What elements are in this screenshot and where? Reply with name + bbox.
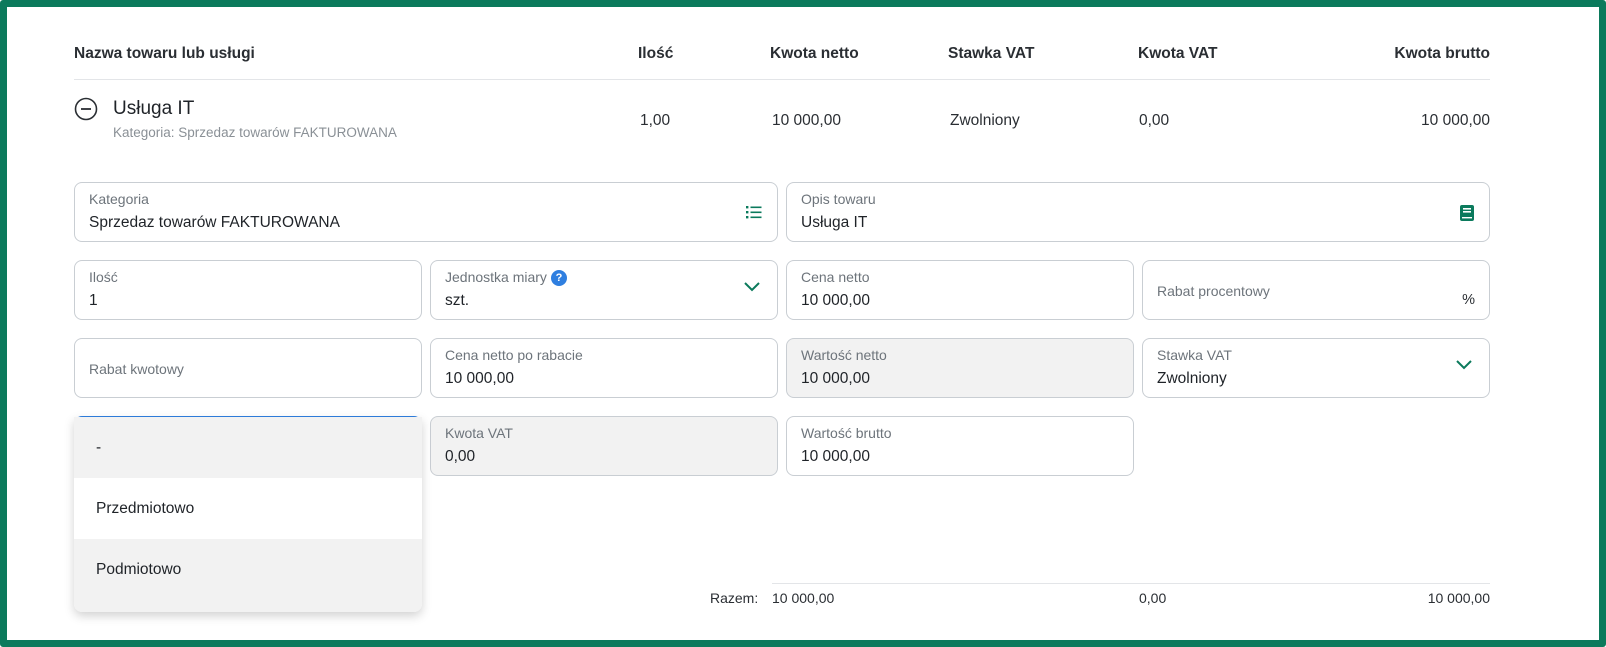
header-name: Nazwa towaru lub usługi (74, 45, 255, 62)
stawka-vat-value: Zwolniony (1157, 370, 1227, 387)
header-vat-rate: Stawka VAT (948, 45, 1035, 62)
item-vat-amount: 0,00 (1139, 112, 1170, 129)
cena-netto-label: Cena netto (801, 269, 870, 285)
dropdown-menu: - Przedmiotowo Podmiotowo (74, 417, 422, 612)
item-gross: 10 000,00 (1421, 112, 1490, 129)
ilosc-value: 1 (89, 292, 98, 309)
wartosc-brutto-label: Wartość brutto (801, 425, 892, 441)
kwota-vat-label: Kwota VAT (445, 425, 513, 441)
header-gross: Kwota brutto (1394, 45, 1490, 62)
header-qty: Ilość (638, 45, 674, 62)
cena-po-rabacie-value: 10 000,00 (445, 370, 514, 387)
kwota-vat-field: Kwota VAT 0,00 (430, 416, 778, 476)
header-net: Kwota netto (770, 45, 859, 62)
rabat-kwotowy-label: Rabat kwotowy (89, 361, 184, 377)
item-qty: 1,00 (640, 112, 671, 129)
header-vat-amount: Kwota VAT (1138, 45, 1218, 62)
cena-netto-value: 10 000,00 (801, 292, 870, 309)
jednostka-select[interactable]: Jednostka miary? szt. (430, 260, 778, 320)
ilosc-label: Ilość (89, 269, 118, 285)
opis-value: Usługa IT (801, 214, 868, 231)
wartosc-brutto-value: 10 000,00 (801, 448, 870, 465)
rabat-procentowy-label: Rabat procentowy (1157, 283, 1270, 299)
item-category: Kategoria: Sprzedaz towarów FAKTUROWANA (113, 125, 397, 140)
totals-vat: 0,00 (1139, 590, 1167, 606)
wartosc-netto-label: Wartość netto (801, 347, 887, 363)
opis-field[interactable]: Opis towaru Usługa IT (786, 182, 1490, 242)
rabat-kwotowy-field[interactable]: Rabat kwotowy (74, 338, 422, 398)
minus-circle-icon[interactable] (74, 97, 98, 121)
dropdown-option-empty[interactable]: - (74, 417, 422, 478)
jednostka-value: szt. (445, 292, 470, 309)
wartosc-netto-value: 10 000,00 (801, 370, 870, 387)
list-icon[interactable] (745, 203, 763, 221)
wartosc-brutto-field[interactable]: Wartość brutto 10 000,00 (786, 416, 1134, 476)
stawka-vat-select[interactable]: Stawka VAT Zwolniony (1142, 338, 1490, 398)
jednostka-label: Jednostka miary (445, 269, 547, 285)
rabat-procentowy-field[interactable]: Rabat procentowy % (1142, 260, 1490, 320)
cena-po-rabacie-label: Cena netto po rabacie (445, 347, 583, 363)
kategoria-value: Sprzedaz towarów FAKTUROWANA (89, 214, 340, 231)
kwota-vat-value: 0,00 (445, 448, 476, 465)
header-divider (74, 79, 1490, 80)
stawka-vat-label: Stawka VAT (1157, 347, 1232, 363)
totals-label: Razem: (710, 590, 759, 606)
totals-divider (772, 583, 1490, 584)
totals-net: 10 000,00 (772, 590, 835, 606)
ilosc-field[interactable]: Ilość 1 (74, 260, 422, 320)
item-vat-rate: Zwolniony (950, 112, 1020, 129)
dropdown-option-przedmiotowo[interactable]: Przedmiotowo (74, 478, 422, 539)
book-icon[interactable] (1459, 204, 1475, 222)
item-net: 10 000,00 (772, 112, 841, 129)
percent-suffix: % (1462, 292, 1475, 308)
totals-gross: 10 000,00 (1427, 590, 1490, 606)
cena-po-rabacie-field[interactable]: Cena netto po rabacie 10 000,00 (430, 338, 778, 398)
kategoria-field[interactable]: Kategoria Sprzedaz towarów FAKTUROWANA (74, 182, 778, 242)
wartosc-netto-field: Wartość netto 10 000,00 (786, 338, 1134, 398)
kategoria-label: Kategoria (89, 191, 149, 207)
help-icon[interactable]: ? (550, 270, 567, 286)
chevron-down-icon[interactable] (743, 281, 761, 293)
opis-label: Opis towaru (801, 191, 876, 207)
cena-netto-field[interactable]: Cena netto 10 000,00 (786, 260, 1134, 320)
chevron-down-icon[interactable] (1455, 359, 1473, 371)
item-name: Usługa IT (113, 98, 195, 119)
dropdown-option-podmiotowo[interactable]: Podmiotowo (74, 539, 422, 612)
